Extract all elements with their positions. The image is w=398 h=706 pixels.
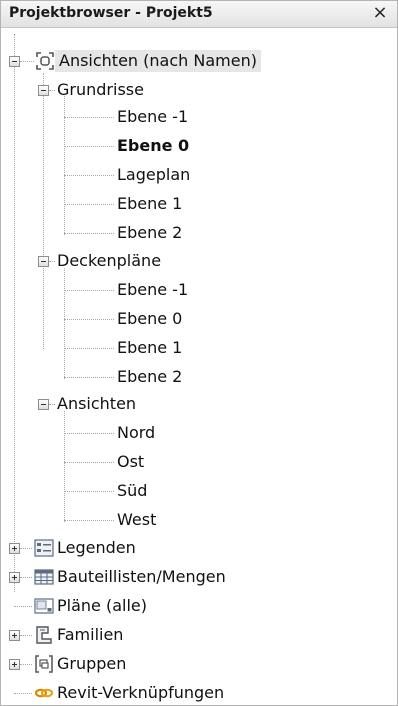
title-bar: Projektbrowser - Projekt5 ×: [1, 1, 397, 28]
project-tree: Ansichten (nach Namen) Grundrisse Ebene …: [1, 28, 397, 705]
tree-node-ansicht-sued[interactable]: Süd: [117, 480, 147, 502]
tree-node-grundrisse[interactable]: Grundrisse: [57, 79, 144, 101]
tree-node-decken-ebene-1[interactable]: Ebene 1: [117, 337, 182, 359]
schedule-icon: [33, 566, 55, 588]
expand-toggle-gruppen[interactable]: [9, 659, 20, 670]
tree-node-grundriss-ebene-2[interactable]: Ebene 2: [117, 222, 182, 244]
expand-toggle-legenden[interactable]: [9, 543, 20, 554]
tree-node-ansicht-west[interactable]: West: [117, 509, 156, 531]
legend-icon: [33, 537, 55, 559]
tree-node-grundriss-ebene-1[interactable]: Ebene 1: [117, 193, 182, 215]
revit-link-icon: [33, 682, 55, 704]
tree-node-familien[interactable]: Familien: [57, 624, 123, 646]
group-icon: [33, 653, 55, 675]
tree-node-decken-ebene-2[interactable]: Ebene 2: [117, 366, 182, 388]
tree-line: [43, 73, 44, 349]
sheet-icon: [33, 595, 55, 617]
expand-toggle-familien[interactable]: [9, 630, 20, 641]
tree-line: [64, 268, 65, 379]
tree-node-grundriss-ebene-minus-1[interactable]: Ebene -1: [117, 106, 188, 128]
tree-node-decken-ebene-minus-1[interactable]: Ebene -1: [117, 279, 188, 301]
tree-node-plaene-alle[interactable]: Pläne (alle): [57, 595, 147, 617]
collapse-toggle-ansichten-nach-namen[interactable]: [9, 56, 20, 67]
tree-node-revit-verknuepfungen[interactable]: Revit-Verknüpfungen: [57, 682, 224, 704]
collapse-toggle-grundrisse[interactable]: [38, 85, 49, 96]
expand-toggle-bauteillisten[interactable]: [9, 572, 20, 583]
tree-node-grundriss-ebene-0[interactable]: Ebene 0: [117, 135, 189, 157]
tree-node-ansicht-ost[interactable]: Ost: [117, 451, 144, 473]
family-icon: [33, 624, 55, 646]
panel-title: Projektbrowser - Projekt5: [9, 5, 213, 21]
tree-line: [14, 34, 15, 592]
tree-node-legenden[interactable]: Legenden: [57, 537, 136, 559]
collapse-toggle-deckenplaene[interactable]: [38, 256, 49, 267]
tree-node-ansichten[interactable]: Ansichten: [57, 393, 136, 415]
tree-node-bauteillisten-mengen[interactable]: Bauteillisten/Mengen: [57, 566, 226, 588]
tree-node-grundriss-lageplan[interactable]: Lageplan: [117, 164, 190, 186]
collapse-toggle-ansichten[interactable]: [38, 399, 49, 410]
tree-node-gruppen[interactable]: Gruppen: [57, 653, 126, 675]
tree-line: [64, 411, 65, 522]
tree-node-deckenplaene[interactable]: Deckenpläne: [57, 250, 161, 272]
tree-node-ansichten-nach-namen[interactable]: Ansichten (nach Namen): [55, 50, 261, 72]
tree-node-decken-ebene-0[interactable]: Ebene 0: [117, 308, 182, 330]
close-icon[interactable]: ×: [369, 2, 391, 24]
view-frame-icon: [34, 50, 56, 72]
tree-node-ansicht-nord[interactable]: Nord: [117, 422, 155, 444]
project-browser-panel: Projektbrowser - Projekt5 × Ansichten (n…: [0, 0, 398, 706]
